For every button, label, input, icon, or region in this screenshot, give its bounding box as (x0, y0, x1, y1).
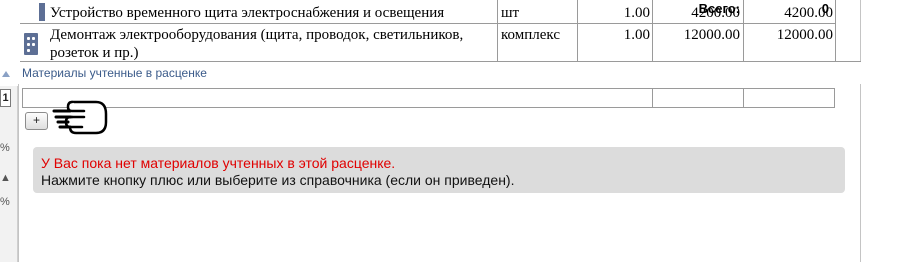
empty-message-warning: У Вас пока нет материалов учтенных в это… (41, 155, 396, 171)
collapse-arrow-icon[interactable] (2, 71, 10, 77)
total-label: Всего: (698, 1, 740, 16)
work-unit: шт (501, 5, 520, 21)
empty-message-hint: Нажмите кнопку плюс или выберите из спра… (41, 172, 515, 188)
work-price: 12000.00 (683, 27, 740, 43)
materials-total-row (22, 88, 835, 108)
row-marker (39, 3, 45, 21)
grid-line (20, 61, 861, 62)
add-material-button[interactable]: + (25, 112, 48, 130)
pointing-hand-icon (52, 100, 108, 135)
percent-icon[interactable]: % (0, 196, 10, 208)
grid-line (835, 0, 836, 62)
gutter-box[interactable]: 1 (0, 89, 11, 107)
grid-line (652, 89, 653, 107)
total-value: 0 (821, 1, 829, 16)
percent-icon[interactable]: % (0, 142, 10, 154)
work-unit: комплекс (501, 27, 560, 43)
grid-line (20, 23, 836, 24)
work-quantity: 1.00 (623, 27, 650, 43)
work-total: 12000.00 (776, 27, 833, 43)
up-arrow-icon[interactable]: ▲ (0, 172, 11, 184)
work-name: Демонтаж электрооборудования (щита, пров… (50, 27, 464, 43)
empty-materials-message: У Вас пока нет материалов учтенных в это… (33, 147, 845, 193)
grid-line (577, 0, 578, 62)
materials-section-title[interactable]: Материалы учтенные в расценке (22, 66, 207, 80)
grid-line (860, 0, 861, 62)
grid-line (497, 0, 498, 62)
grid-line (743, 89, 744, 107)
work-name-continued: розеток и пр.) (50, 45, 139, 61)
work-quantity: 1.00 (623, 5, 650, 21)
work-name: Устройство временного щита электроснабже… (50, 5, 445, 21)
drag-handle-icon[interactable] (24, 33, 38, 55)
